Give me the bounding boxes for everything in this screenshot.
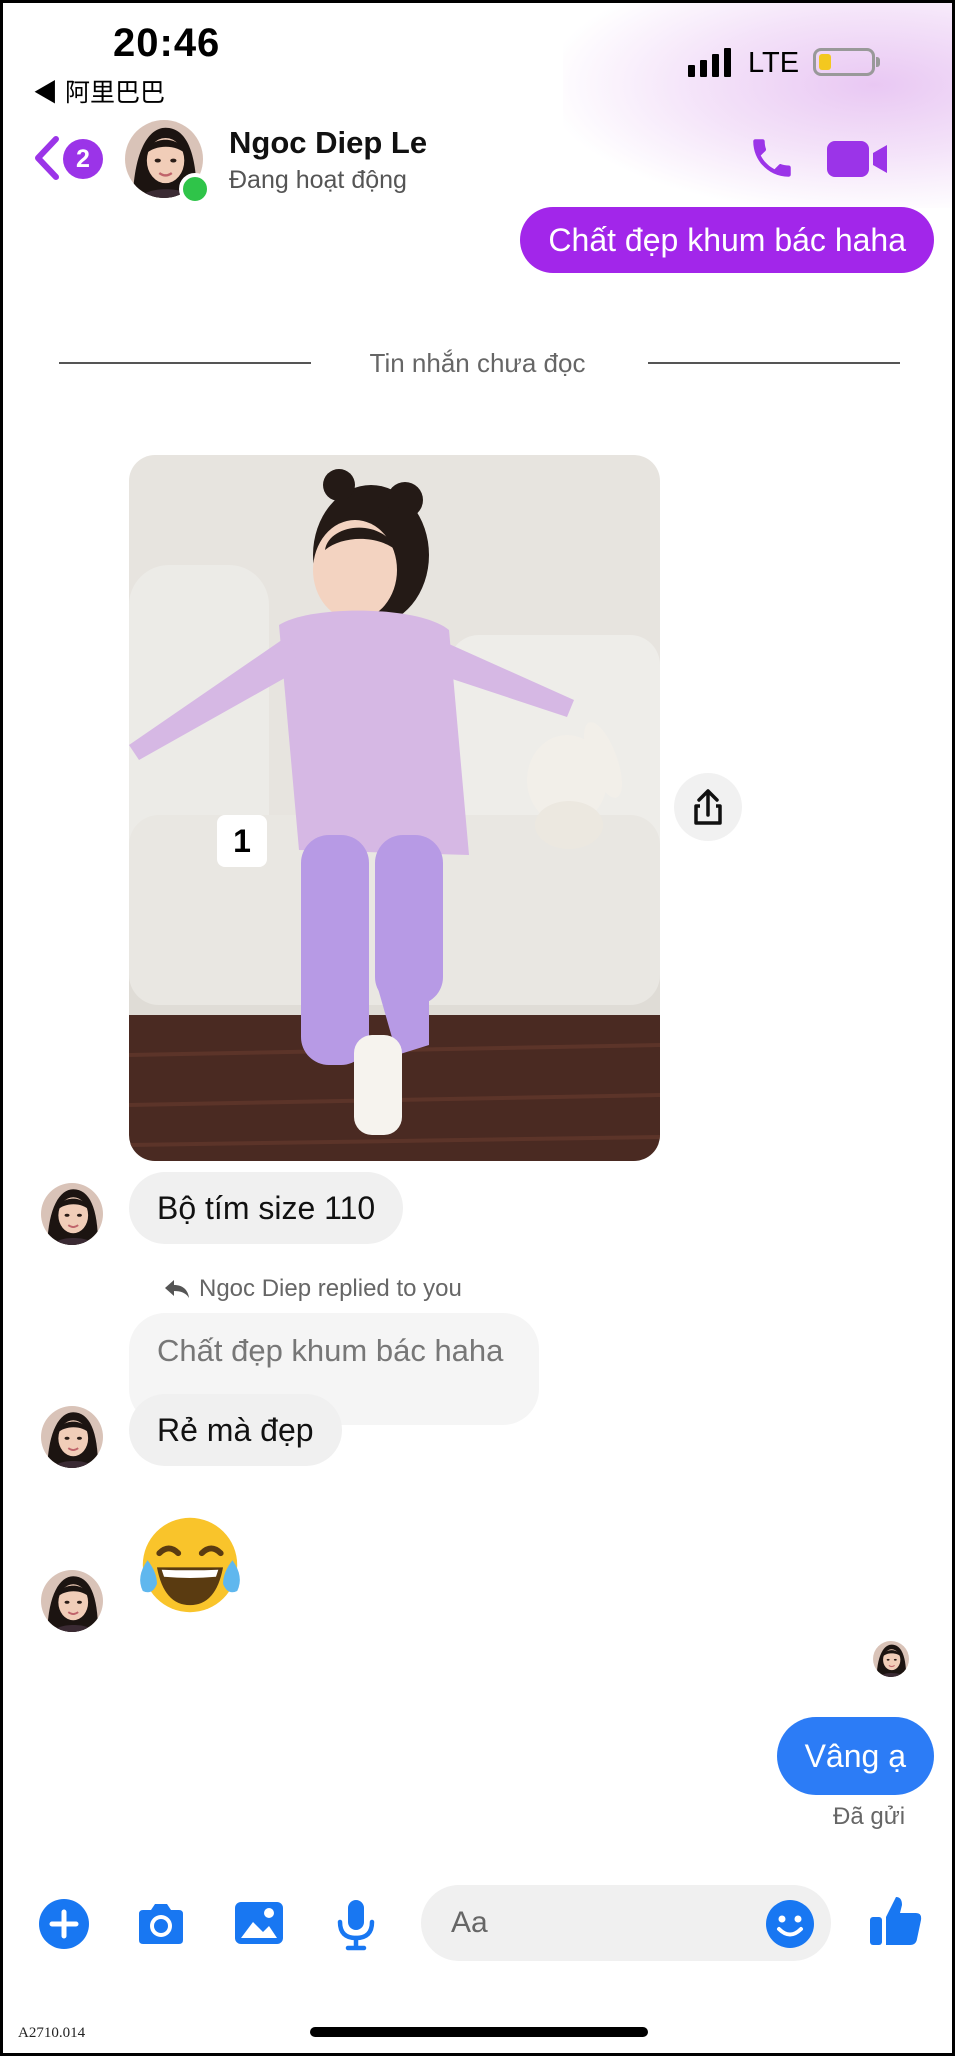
home-indicator[interactable] [310, 2027, 648, 2037]
back-chevron-icon[interactable] [31, 133, 61, 183]
outgoing-message-bubble[interactable]: Vâng ạ [776, 1717, 934, 1795]
battery-tip [876, 57, 880, 67]
share-icon [694, 789, 722, 825]
seen-receipt-avatar [873, 1641, 909, 1677]
product-photo-message[interactable]: 1 [129, 455, 660, 1161]
divider-line-right [648, 362, 900, 364]
messenger-screen: 20:46 ◀ 阿里巴巴 LTE 2 Ngoc Diep Le Đang hoạ… [3, 3, 952, 2053]
share-button[interactable] [674, 773, 742, 841]
status-time: 20:46 [113, 21, 221, 65]
reply-indicator-label: Ngoc Diep replied to you [199, 1275, 462, 1302]
reply-indicator: Ngoc Diep replied to you [163, 1275, 462, 1303]
microphone-icon[interactable] [328, 1896, 384, 1952]
sender-avatar[interactable] [41, 1570, 103, 1632]
phone-call-icon[interactable] [747, 133, 797, 183]
photo-sticker-number: 1 [233, 823, 251, 859]
sender-avatar[interactable] [41, 1183, 103, 1245]
contact-status: Đang hoạt động [229, 166, 407, 194]
gallery-icon[interactable] [231, 1896, 287, 1952]
thumbs-up-icon[interactable] [866, 1891, 926, 1951]
network-type: LTE [748, 47, 800, 79]
outgoing-message-bubble[interactable]: Chất đẹp khum bác haha [520, 207, 934, 273]
sent-status: Đã gửi [833, 1803, 906, 1830]
back-to-app-link[interactable]: ◀ 阿里巴巴 [33, 73, 165, 109]
reference-code: A2710.014 [18, 2025, 86, 2041]
sender-avatar[interactable] [41, 1406, 103, 1468]
reply-arrow-icon [165, 1280, 189, 1298]
laughing-crying-emoji-icon[interactable] [131, 1506, 249, 1624]
emoji-icon[interactable] [762, 1896, 818, 1952]
cellular-signal-icon [688, 48, 731, 77]
battery-icon [813, 48, 875, 76]
unread-count-badge[interactable]: 2 [63, 139, 103, 179]
contact-name[interactable]: Ngoc Diep Le [229, 125, 427, 161]
incoming-message-bubble[interactable]: Rẻ mà đẹp [129, 1394, 342, 1466]
incoming-message-bubble[interactable]: Bộ tím size 110 [129, 1172, 404, 1244]
plus-icon[interactable] [36, 1896, 92, 1952]
online-indicator [179, 173, 211, 205]
camera-icon[interactable] [133, 1896, 189, 1952]
video-call-icon[interactable] [827, 139, 889, 179]
